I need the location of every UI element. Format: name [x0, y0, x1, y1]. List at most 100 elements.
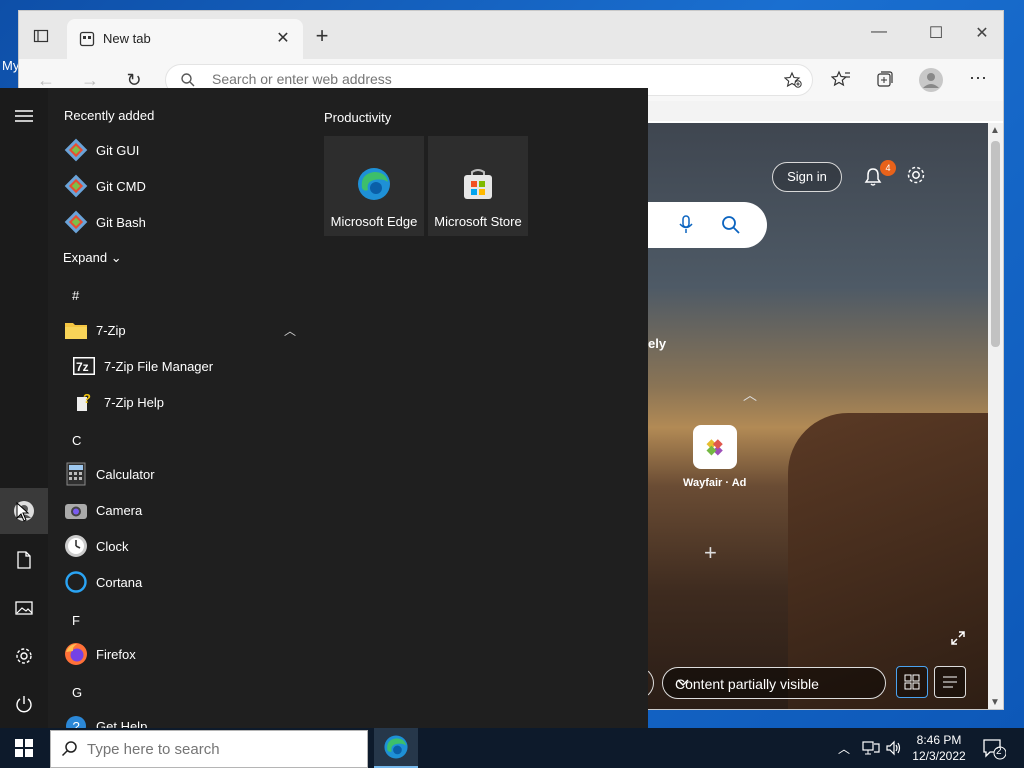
- app-label: Cortana: [96, 574, 143, 590]
- search-submit-icon[interactable]: [721, 215, 741, 240]
- vertical-scrollbar[interactable]: ▲ ▼: [988, 123, 1003, 709]
- tiles-group-title: Productivity: [324, 110, 392, 125]
- action-center-icon[interactable]: 2: [982, 738, 1007, 765]
- profile-avatar[interactable]: [919, 68, 943, 92]
- address-input[interactable]: [212, 71, 732, 87]
- app-label: Firefox: [96, 646, 136, 662]
- app-git-cmd[interactable]: Git CMD: [64, 171, 308, 201]
- tab-title: New tab: [103, 31, 151, 46]
- folder-icon: [64, 318, 88, 342]
- get-help-icon: ?: [64, 714, 88, 728]
- clock-date: 12/3/2022: [912, 749, 966, 763]
- svg-text:?: ?: [73, 719, 80, 728]
- power-icon[interactable]: [12, 692, 36, 716]
- desktop-icon-label[interactable]: My: [2, 58, 19, 73]
- help-file-icon: ?: [72, 390, 96, 414]
- show-hidden-icons-chevron[interactable]: ︿: [838, 740, 850, 757]
- list-layout-icon[interactable]: [934, 666, 966, 698]
- content-visibility-dropdown[interactable]: Content partially visible: [662, 667, 886, 699]
- letter-header-c[interactable]: C: [72, 433, 81, 448]
- sign-in-button[interactable]: Sign in: [772, 162, 842, 192]
- app-list: Recently added Git GUI Git CMD Git Bash …: [48, 88, 310, 728]
- more-options-icon[interactable]: ⋯: [967, 69, 989, 91]
- app-label: Git Bash: [96, 214, 146, 230]
- collections-icon[interactable]: [875, 69, 897, 91]
- wayfair-shortcut-tile[interactable]: [693, 425, 737, 469]
- svg-text:7z: 7z: [76, 360, 89, 374]
- notification-count: 2: [996, 746, 1002, 757]
- chevron-up-icon[interactable]: ︿: [743, 385, 757, 405]
- taskbar: ︿ 8:46 PM 12/3/2022 2: [0, 728, 1024, 768]
- letter-header-g[interactable]: G: [72, 685, 82, 700]
- taskbar-search-input[interactable]: [87, 741, 347, 758]
- tile-microsoft-store[interactable]: Microsoft Store: [428, 136, 528, 236]
- git-icon: [64, 174, 88, 198]
- app-git-bash[interactable]: Git Bash: [64, 207, 308, 237]
- letter-header-hash[interactable]: #: [72, 288, 79, 303]
- system-clock[interactable]: 8:46 PM 12/3/2022: [908, 732, 970, 764]
- chevron-up-icon[interactable]: ︿: [284, 322, 296, 339]
- start-rail: [0, 88, 48, 728]
- fullscreen-expand-icon[interactable]: [950, 630, 966, 651]
- clock-time: 8:46 PM: [916, 733, 962, 747]
- page-settings-gear-icon[interactable]: [905, 164, 927, 191]
- git-icon: [64, 138, 88, 162]
- new-tab-page-icon: [79, 31, 95, 52]
- app-label: Get Help: [96, 718, 148, 729]
- cortana-icon: [64, 570, 88, 594]
- app-7zip-help[interactable]: ? 7-Zip Help: [72, 387, 310, 417]
- svg-text:?: ?: [83, 391, 91, 406]
- favorites-icon[interactable]: [830, 69, 853, 91]
- edge-icon: [356, 166, 392, 202]
- app-get-help[interactable]: ? Get Help: [64, 711, 308, 728]
- pictures-icon[interactable]: [12, 596, 36, 620]
- hamburger-menu-icon[interactable]: [12, 104, 36, 128]
- minimize-button[interactable]: —: [867, 23, 891, 41]
- settings-gear-icon[interactable]: [12, 644, 36, 668]
- web-search-box[interactable]: [648, 202, 767, 248]
- app-cortana[interactable]: Cortana: [64, 567, 308, 597]
- expand-label: Expand: [63, 250, 108, 265]
- microphone-icon[interactable]: [678, 215, 694, 240]
- app-7zip-file-manager[interactable]: 7z 7-Zip File Manager: [72, 351, 310, 381]
- calculator-icon: [64, 462, 88, 486]
- letter-header-f[interactable]: F: [72, 613, 80, 628]
- chevron-down-icon: [675, 674, 873, 693]
- taskbar-edge-button[interactable]: [374, 728, 418, 768]
- close-window-button[interactable]: ✕: [970, 23, 994, 43]
- add-shortcut-plus-icon[interactable]: +: [704, 540, 717, 566]
- app-7zip-folder[interactable]: 7-Zip ︿: [64, 315, 308, 345]
- grid-layout-icon[interactable]: [896, 666, 928, 698]
- taskbar-search-box[interactable]: [50, 730, 368, 768]
- store-icon: [460, 166, 496, 202]
- tab-bar: New tab ✕ + — ☐ ✕: [19, 11, 1003, 59]
- app-clock[interactable]: Clock: [64, 531, 308, 561]
- tile-label: Microsoft Edge: [330, 214, 418, 229]
- scroll-up-icon[interactable]: ▲: [990, 125, 1000, 136]
- mouse-cursor-icon: [16, 501, 30, 527]
- expand-button[interactable]: Expand ⌄: [63, 250, 122, 266]
- documents-icon[interactable]: [12, 548, 36, 572]
- start-button[interactable]: [0, 728, 48, 768]
- app-git-gui[interactable]: Git GUI: [64, 135, 308, 165]
- tab-actions-icon[interactable]: [29, 25, 53, 47]
- scrollbar-thumb[interactable]: [991, 141, 1000, 347]
- network-icon[interactable]: [862, 740, 880, 759]
- edge-icon: [384, 735, 408, 759]
- app-firefox[interactable]: Firefox: [64, 639, 308, 669]
- add-favorite-icon[interactable]: [783, 71, 802, 94]
- recently-added-heading: Recently added: [64, 108, 155, 123]
- maximize-button[interactable]: ☐: [924, 23, 948, 43]
- start-menu: Recently added Git GUI Git CMD Git Bash …: [0, 88, 648, 728]
- new-tab-button[interactable]: +: [311, 25, 333, 47]
- volume-icon[interactable]: [886, 740, 902, 759]
- app-calculator[interactable]: Calculator: [64, 459, 308, 489]
- app-camera[interactable]: Camera: [64, 495, 308, 525]
- search-icon: [61, 740, 79, 763]
- scroll-down-icon[interactable]: ▼: [990, 697, 1000, 708]
- tile-microsoft-edge[interactable]: Microsoft Edge: [324, 136, 424, 236]
- firefox-icon: [64, 642, 88, 666]
- tab-close-icon[interactable]: ✕: [273, 29, 293, 49]
- app-label: 7-Zip File Manager: [104, 358, 214, 374]
- tab-new-tab[interactable]: New tab ✕: [67, 19, 303, 59]
